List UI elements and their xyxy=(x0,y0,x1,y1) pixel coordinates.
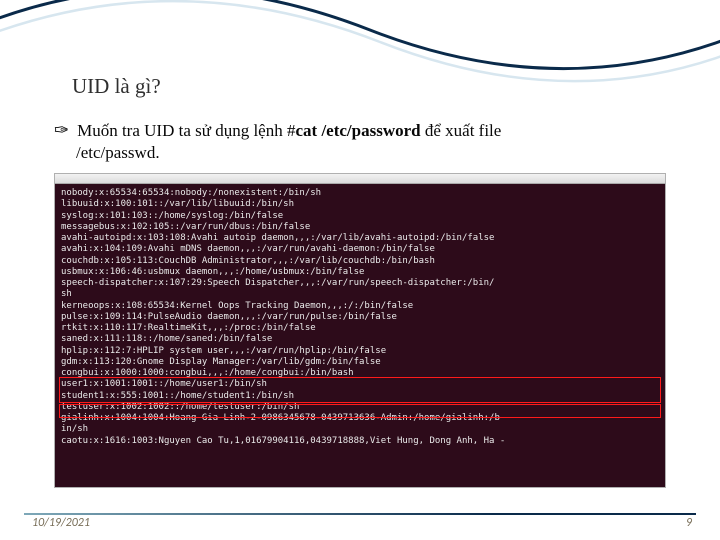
cmd-name: cat /etc/password xyxy=(295,121,420,140)
terminal-window: nobody:x:65534:65534:nobody:/nonexistent… xyxy=(54,173,666,488)
bullet-text: Muốn tra UID ta sử dụng lệnh #cat /etc/p… xyxy=(77,121,501,141)
footer-rule xyxy=(24,513,696,515)
bullet-line2: /etc/passwd. xyxy=(76,143,680,163)
bullet-item: ✑ Muốn tra UID ta sử dụng lệnh #cat /etc… xyxy=(54,121,680,141)
footer-page-number: 9 xyxy=(686,516,692,530)
highlight-box-2 xyxy=(59,404,661,418)
highlight-box-1 xyxy=(59,377,661,403)
slide-footer: 10/19/2021 9 xyxy=(0,516,720,530)
terminal-output: nobody:x:65534:65534:nobody:/nonexistent… xyxy=(55,184,665,487)
slide-title: UID là gì? xyxy=(72,74,680,99)
terminal-titlebar xyxy=(55,174,665,184)
bullet-suffix: để xuất file xyxy=(421,121,502,140)
bullet-prefix: Muốn tra UID ta sử dụng lệnh xyxy=(77,121,287,140)
footer-date: 10/19/2021 xyxy=(32,516,90,530)
bullet-icon: ✑ xyxy=(54,121,69,139)
